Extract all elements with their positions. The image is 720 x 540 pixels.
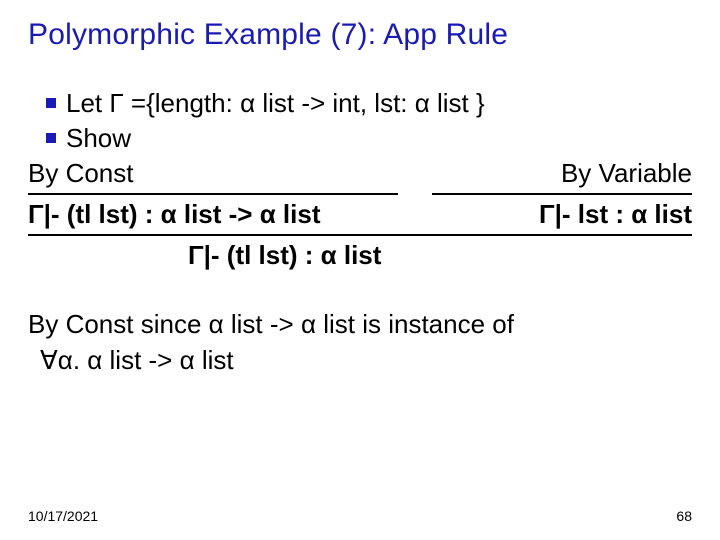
left-col: By Const [28, 156, 398, 195]
footer-page: 68 [676, 508, 692, 524]
square-bullet-icon [46, 98, 56, 108]
premises-row: Γ|- (tl lst) : α list -> α list Γ|- lst … [28, 197, 692, 232]
inference-line: Γ|- (tl lst) : α list [28, 234, 692, 273]
right-col: By Variable [432, 156, 692, 195]
show-text: Show [66, 123, 131, 153]
let-text: Let Γ ={length: α list -> int, lst: α li… [66, 88, 485, 118]
explain-line-2: ∀α. α list -> α list [40, 343, 692, 378]
by-const-label: By Const [28, 156, 398, 195]
by-variable-label: By Variable [432, 156, 692, 195]
conclusion: Γ|- (tl lst) : α list [188, 238, 692, 273]
explanation: By Const since α list -> α list is insta… [28, 307, 692, 377]
slide: Polymorphic Example (7): App Rule Let Γ … [0, 0, 720, 540]
square-bullet-icon [46, 133, 56, 143]
bullet-show: Show [46, 121, 692, 156]
slide-body: Let Γ ={length: α list -> int, lst: α li… [28, 86, 692, 378]
rule-labels-row: By Const By Variable [28, 156, 692, 195]
footer: 10/17/2021 68 [28, 508, 692, 524]
bullet-let: Let Γ ={length: α list -> int, lst: α li… [46, 86, 692, 121]
slide-title: Polymorphic Example (7): App Rule [28, 18, 692, 52]
premise-left: Γ|- (tl lst) : α list -> α list [28, 197, 321, 232]
footer-date: 10/17/2021 [28, 508, 98, 524]
premise-right: Γ|- lst : α list [539, 197, 692, 232]
explain-line-1: By Const since α list -> α list is insta… [28, 307, 692, 342]
